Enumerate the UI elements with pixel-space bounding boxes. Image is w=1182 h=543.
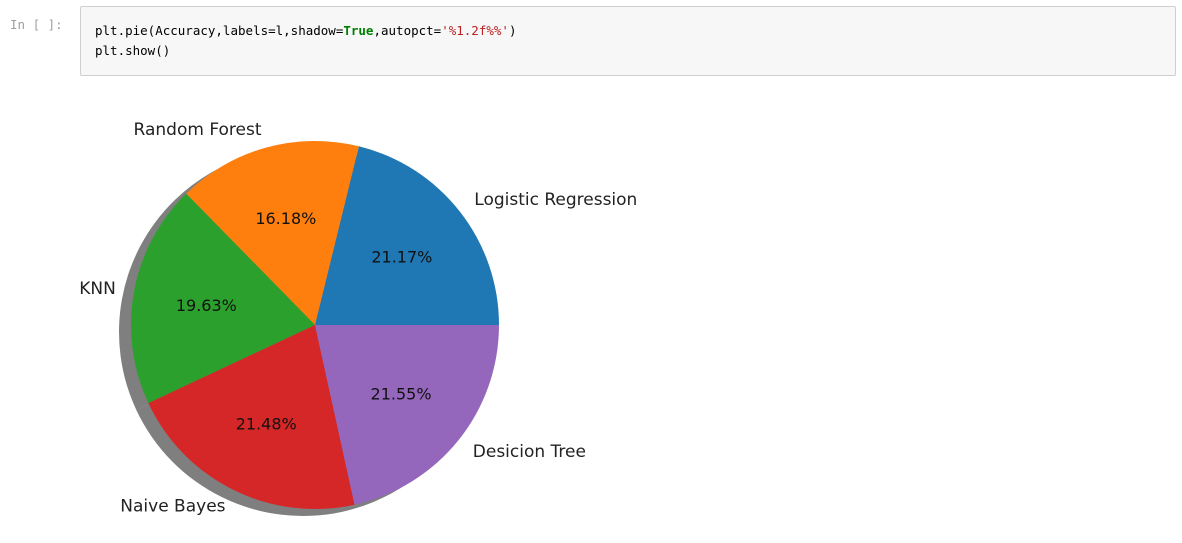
code-token-close: ): [508, 23, 517, 38]
code-line-2[interactable]: plt.show(): [95, 43, 170, 58]
code-editor[interactable]: plt.pie(Accuracy,labels=l,shadow=True,au…: [80, 6, 1176, 76]
cell-output: Logistic Regression Random Forest KNN Naive…: [70, 100, 770, 538]
pie-chart: Logistic Regression Random Forest KNN Naive…: [79, 120, 637, 517]
pie-pct-desicion-tree: 21.55%: [371, 385, 432, 404]
code-token-string: '%1.2f%%': [441, 23, 509, 38]
pie-pct-knn: 19.63%: [176, 296, 237, 315]
pie-label-knn: KNN: [79, 279, 116, 299]
pie-label-random-forest: Random Forest: [134, 120, 262, 140]
cell-prompt: In [ ]:: [10, 17, 63, 32]
code-token-call: plt.pie(Accuracy,labels=l,shadow=: [95, 23, 344, 38]
pie-label-desicion-tree: Desicion Tree: [473, 442, 586, 462]
pie-label-logistic-regression: Logistic Regression: [474, 190, 637, 210]
pie-label-naive-bayes: Naive Bayes: [120, 497, 225, 517]
code-token-keyword: True: [343, 23, 374, 38]
code-line-1[interactable]: plt.pie(Accuracy,labels=l,shadow=True,au…: [95, 23, 516, 38]
pie-pct-random-forest: 16.18%: [255, 209, 316, 228]
pie-slices: [130, 141, 499, 510]
code-token-arg: ,autopct=: [373, 23, 442, 38]
pie-pct-naive-bayes: 21.48%: [236, 415, 297, 434]
pie-pct-logistic-regression: 21.17%: [371, 247, 432, 266]
